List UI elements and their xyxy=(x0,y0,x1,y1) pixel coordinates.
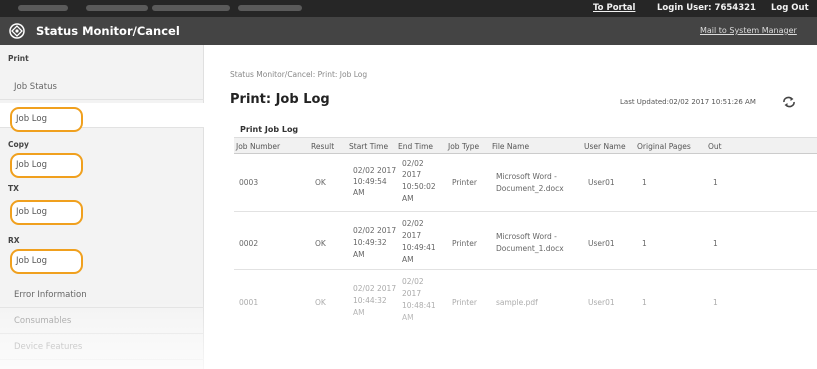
job-number-cell: 0002 xyxy=(239,239,259,248)
column-header[interactable]: Original Pages xyxy=(637,142,691,151)
end-time-line: 10:48:41 xyxy=(402,301,436,310)
start-time-line: 02/02 2017 xyxy=(353,226,397,235)
original-pages-cell: 1 xyxy=(642,178,647,187)
end-time-line: 02/02 xyxy=(402,219,424,228)
file-name-line: Microsoft Word - xyxy=(496,172,557,181)
login-user-label: Login User: 7654321 xyxy=(657,3,756,13)
end-time-line: AM xyxy=(402,194,414,203)
end-time-line: AM xyxy=(402,255,414,264)
job-type-cell: Printer xyxy=(452,239,477,248)
page-title: Print: Job Log xyxy=(230,92,330,107)
start-time-line: 10:44:32 xyxy=(353,296,387,305)
file-name-line: Document_1.docx xyxy=(496,244,564,253)
column-header[interactable]: Job Number xyxy=(236,142,280,151)
blurred-address xyxy=(86,5,148,11)
sidebar-section-tx: TX xyxy=(8,184,19,193)
result-cell: OK xyxy=(315,298,326,307)
sidebar-item-label: Job Log xyxy=(16,160,47,170)
sidebar-item-job-status[interactable]: Job Status xyxy=(0,75,204,100)
output-cell: 1 xyxy=(713,239,718,248)
table-header: Job Number Result Start Time End Time Jo… xyxy=(234,137,817,154)
user-name-cell: User01 xyxy=(588,239,615,248)
refresh-icon[interactable] xyxy=(782,96,796,108)
sidebar-item-label: Consumables xyxy=(14,316,72,326)
output-cell: 1 xyxy=(713,178,718,187)
end-time-line: 2017 xyxy=(402,231,422,240)
table-row[interactable]: 0002 OK 02/02 2017 10:49:32 AM 02/02 201… xyxy=(234,212,817,270)
sidebar-item-rx-job-log[interactable]: Job Log xyxy=(10,249,83,274)
output-cell: 1 xyxy=(713,298,718,307)
file-name-line: sample.pdf xyxy=(496,298,538,307)
sidebar-item-label: Job Log xyxy=(16,114,47,124)
start-time-line: 10:49:54 xyxy=(353,177,387,186)
sidebar-item-device-features[interactable]: Device Features xyxy=(0,335,204,360)
job-type-cell: Printer xyxy=(452,298,477,307)
breadcrumb: Status Monitor/Cancel: Print: Job Log xyxy=(230,70,368,79)
sidebar-section-copy: Copy xyxy=(8,140,29,149)
end-time-line: 10:49:41 xyxy=(402,243,436,252)
column-header[interactable]: End Time xyxy=(398,142,433,151)
start-time-line: AM xyxy=(353,188,365,197)
sidebar-item-label: Job Status xyxy=(14,82,57,92)
end-time-line: 2017 xyxy=(402,289,422,298)
sidebar-item-copy-job-log[interactable]: Job Log xyxy=(10,153,83,178)
blurred-address xyxy=(152,5,230,11)
user-name-cell: User01 xyxy=(588,178,615,187)
start-time-line: 02/02 2017 xyxy=(353,284,397,293)
start-time-line: AM xyxy=(353,250,365,259)
sidebar-item-tx-job-log[interactable]: Job Log xyxy=(10,200,83,225)
blurred-address xyxy=(18,5,68,11)
job-number-cell: 0001 xyxy=(239,298,259,307)
start-time-line: 02/02 2017 xyxy=(353,166,397,175)
header-bar: Status Monitor/Cancel Mail to System Man… xyxy=(0,17,817,45)
end-time-line: 2017 xyxy=(402,170,422,179)
file-name-line: Microsoft Word - xyxy=(496,232,557,241)
column-header[interactable]: Start Time xyxy=(349,142,388,151)
job-number-cell: 0003 xyxy=(239,178,259,187)
original-pages-cell: 1 xyxy=(642,298,647,307)
original-pages-cell: 1 xyxy=(642,239,647,248)
sidebar-section-print: Print xyxy=(8,54,29,63)
highlight-ring-print-job-log[interactable]: Job Log xyxy=(10,107,83,132)
column-header[interactable]: Job Type xyxy=(448,142,479,151)
table-row[interactable]: 0003 OK 02/02 2017 10:49:54 AM 02/02 201… xyxy=(234,154,817,212)
mail-to-system-manager-link[interactable]: Mail to System Manager xyxy=(700,26,797,35)
sidebar: Print Job Status Job Log Copy Job Log TX… xyxy=(0,45,204,369)
sidebar-item-error-information[interactable]: Error Information xyxy=(0,283,204,308)
column-header[interactable]: Out xyxy=(708,142,722,151)
sidebar-item-label: Job Log xyxy=(16,256,47,266)
file-name-line: Document_2.docx xyxy=(496,184,564,193)
blurred-address xyxy=(238,5,302,11)
end-time-line: 02/02 xyxy=(402,277,424,286)
result-cell: OK xyxy=(315,239,326,248)
last-updated-label: Last Updated:02/02 2017 10:51:26 AM xyxy=(620,98,756,106)
sidebar-section-rx: RX xyxy=(8,236,20,245)
sidebar-item-label: Device Features xyxy=(14,342,83,352)
sidebar-item-label: Job Log xyxy=(16,207,47,217)
app-title: Status Monitor/Cancel xyxy=(36,24,180,38)
column-header[interactable]: User Name xyxy=(584,142,626,151)
job-type-cell: Printer xyxy=(452,178,477,187)
end-time-line: 02/02 xyxy=(402,159,424,168)
column-header[interactable]: File Name xyxy=(492,142,529,151)
end-time-line: 10:50:02 xyxy=(402,182,436,191)
table-row[interactable]: 0001 OK 02/02 2017 10:44:32 AM 02/02 201… xyxy=(234,270,817,328)
sidebar-item-consumables[interactable]: Consumables xyxy=(0,309,204,334)
logout-link[interactable]: Log Out xyxy=(771,3,809,13)
section-title: Print Job Log xyxy=(240,125,299,134)
result-cell: OK xyxy=(315,178,326,187)
top-bar: To Portal Login User: 7654321 Log Out xyxy=(0,0,817,17)
end-time-line: AM xyxy=(402,313,414,322)
start-time-line: 10:49:32 xyxy=(353,238,387,247)
sidebar-item-label: Error Information xyxy=(14,290,87,300)
to-portal-link[interactable]: To Portal xyxy=(593,3,635,13)
canon-logo-icon xyxy=(9,23,25,39)
main-content: Status Monitor/Cancel: Print: Job Log Pr… xyxy=(204,45,817,369)
column-header[interactable]: Result xyxy=(311,142,334,151)
user-name-cell: User01 xyxy=(588,298,615,307)
start-time-line: AM xyxy=(353,308,365,317)
